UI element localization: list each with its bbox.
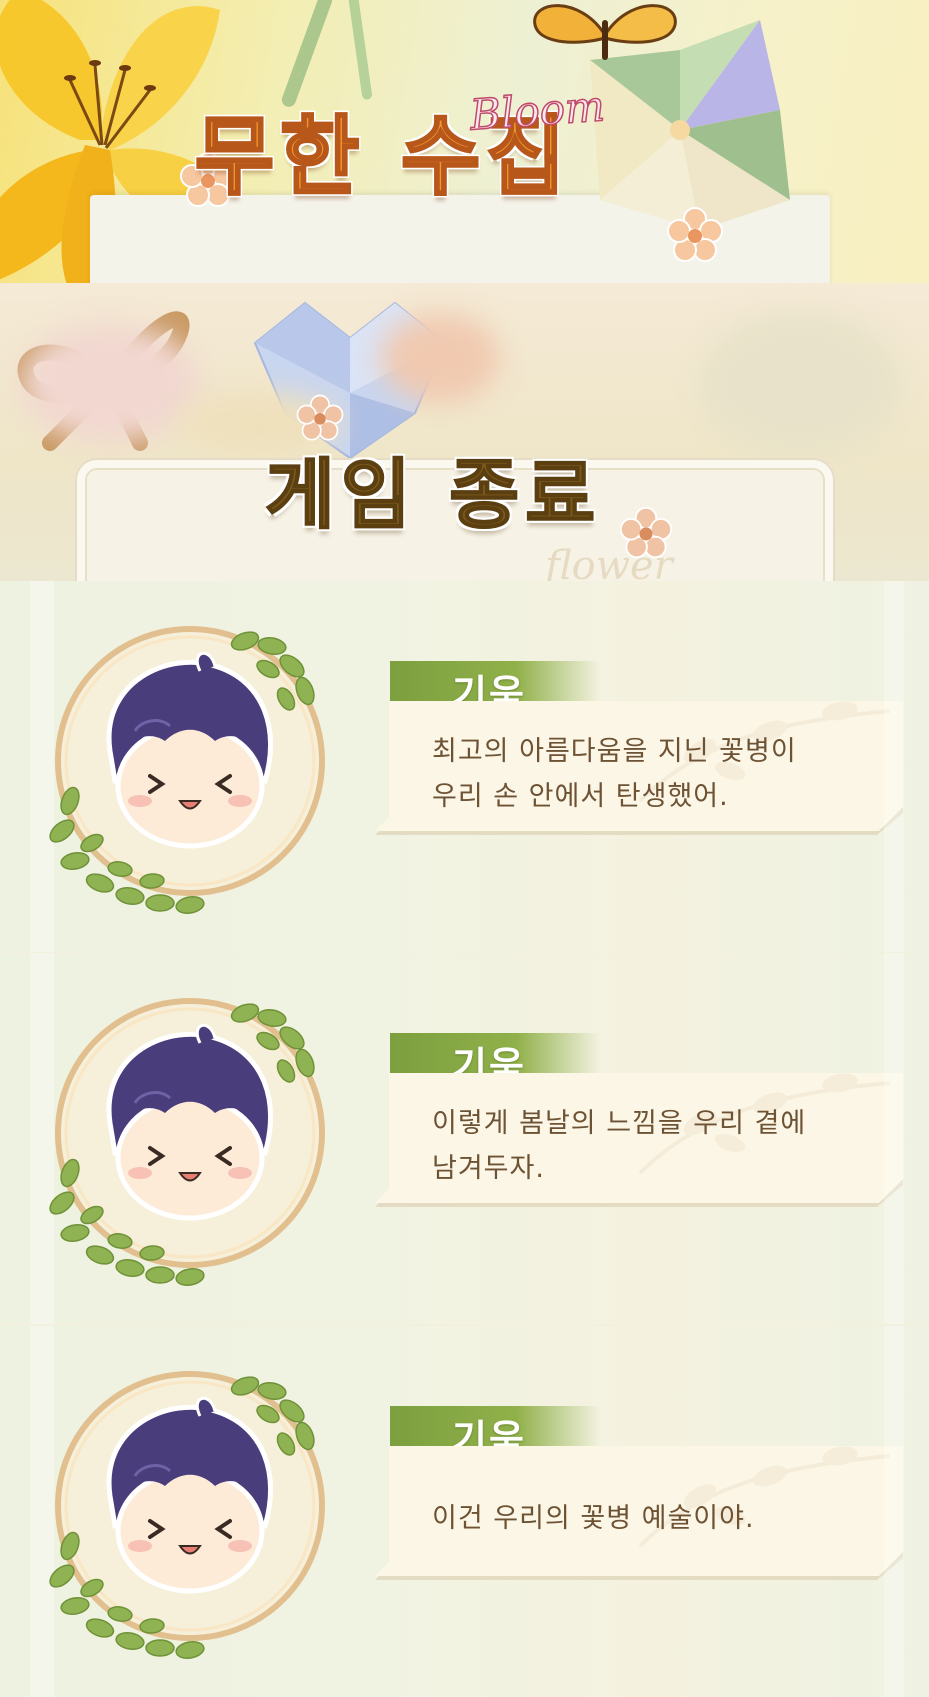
butterfly-icon [533,4,677,60]
dialogue-line: 이건 우리의 꽃병 예술이야. [432,1503,755,1534]
character-avatar-icon [49,998,325,1286]
game-over-title: 게임 종료 [264,449,602,540]
chibi-face [106,1024,274,1221]
chibi-face [106,1397,274,1594]
game-title-subtitle: Bloom [468,81,607,141]
game-result-screen: 무한 수집 Bloom flower 게임 종료 기욱 최고의 아름다움을 지닌… [0,0,929,1697]
dialogue-line: 우리 손 안에서 탄생했어. [432,781,729,812]
small-flower-icon [667,207,723,262]
dialogue-row: 기욱 이건 우리의 꽃병 예술이야. [0,1326,929,1697]
small-flower-icon [619,506,673,559]
dialogue-line: 최고의 아름다움을 지닌 꽃병이 [432,736,797,767]
dialogue-line: 이렇게 봄날의 느낌을 우리 곁에 [432,1108,807,1139]
dialogue-line: 남겨두자. [432,1153,545,1184]
character-avatar-icon [49,626,325,914]
dialogue-row: 기욱 최고의 아름다움을 지닌 꽃병이 우리 손 안에서 탄생했어. [0,581,929,952]
dialogue-row: 기욱 이렇게 봄날의 느낌을 우리 곁에 남겨두자. [0,953,929,1324]
chibi-face [106,652,274,849]
game-over-banner: flower 게임 종료 [0,283,929,581]
character-avatar-icon [49,1371,325,1659]
title-banner: 무한 수집 Bloom [0,0,929,283]
